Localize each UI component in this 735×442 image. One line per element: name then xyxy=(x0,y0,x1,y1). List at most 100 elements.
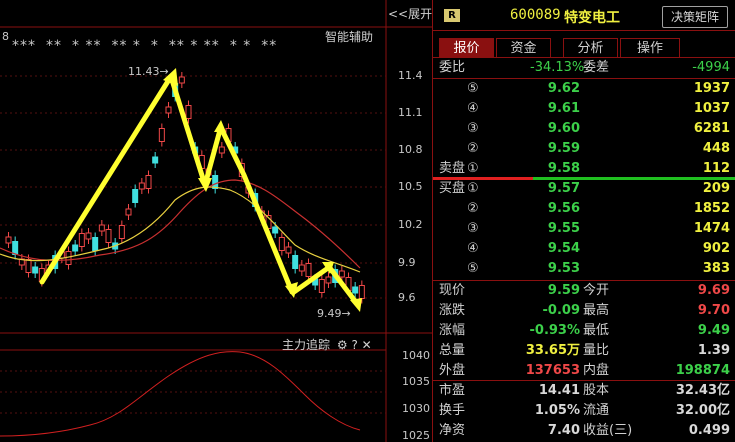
signal-star-group: *** xyxy=(12,38,36,54)
buy-level-row[interactable]: ② 9.56 1852 xyxy=(433,199,735,219)
buy-level-row[interactable]: ③ 9.55 1474 xyxy=(433,219,735,239)
quote-value-right: 9.69 xyxy=(697,283,730,298)
price-tick-label: 10.2 xyxy=(398,218,423,231)
sell-level-row[interactable]: ⑤ 9.62 1937 xyxy=(433,79,735,99)
quote-value-left: 14.41 xyxy=(538,383,580,398)
order-price: 9.58 xyxy=(547,161,580,176)
smart-assist-label[interactable]: 智能辅助 xyxy=(325,28,373,45)
gear-icon[interactable]: ⚙ xyxy=(337,338,348,352)
candle xyxy=(185,105,192,119)
signal-stars: *** ** * ** ** * * ** * ** * * ** xyxy=(12,38,287,54)
quote-value-left: 33.65万 xyxy=(525,343,580,358)
candle xyxy=(292,255,299,269)
candle xyxy=(125,208,132,216)
quote-label-right: 收益(三) xyxy=(583,423,633,438)
quote-row[interactable]: 总量 33.65万 量比 1.39 xyxy=(433,341,735,361)
price-tick-label: 9.6 xyxy=(398,291,416,304)
candle xyxy=(285,246,292,254)
order-level-index: ① xyxy=(467,181,479,196)
order-level-index: ② xyxy=(467,201,479,216)
signal-star-group: ** xyxy=(46,38,62,54)
sell-level-row[interactable]: ③ 9.60 6281 xyxy=(433,119,735,139)
candle xyxy=(72,244,79,252)
kline-chart[interactable] xyxy=(0,0,432,442)
sell-level-row[interactable]: ④ 9.61 1037 xyxy=(433,99,735,119)
tab-analysis[interactable]: 分析 xyxy=(563,38,618,57)
candle xyxy=(12,241,19,255)
quote-value-right: 9.70 xyxy=(697,303,730,318)
quote-label-left: 市盈 xyxy=(439,383,466,398)
quote-row[interactable]: 外盘 137653 内盘 198874 xyxy=(433,361,735,381)
r-badge: R xyxy=(444,9,460,22)
quote-row[interactable]: 涨幅 -0.93% 最低 9.49 xyxy=(433,321,735,341)
tab-quote[interactable]: 报价 xyxy=(439,38,494,57)
decision-matrix-button[interactable]: 决策矩阵 xyxy=(662,6,728,28)
tab-operate[interactable]: 操作 xyxy=(620,38,680,57)
candle xyxy=(305,263,312,277)
order-volume: 1474 xyxy=(693,221,730,236)
buy-level-row[interactable]: 买盘 ① 9.57 209 xyxy=(433,179,735,199)
quote-value-left: 137653 xyxy=(525,363,580,378)
quote-label-right: 内盘 xyxy=(583,363,610,378)
candle xyxy=(105,229,112,243)
order-volume: 6281 xyxy=(693,121,730,136)
buy-level-row[interactable]: ⑤ 9.53 383 xyxy=(433,259,735,279)
quote-row[interactable]: 市盈 14.41 股本 32.43亿 xyxy=(433,381,735,401)
order-level-index: ① xyxy=(467,161,479,176)
help-icon[interactable]: ? xyxy=(351,338,357,352)
quote-value-left: 7.40 xyxy=(547,423,580,438)
quote-value-left: -0.09 xyxy=(542,303,580,318)
order-side-label: 买盘 xyxy=(439,181,466,196)
sell-level-row[interactable]: ② 9.59 448 xyxy=(433,139,735,159)
candle xyxy=(78,233,85,247)
candle xyxy=(325,276,332,284)
quote-panel: R 600089 特变电工 决策矩阵 报价 资金 分析 操作 委比 -34.13… xyxy=(432,0,735,442)
kline-chart-area[interactable]: 8 *** ** * ** ** * * ** * ** * * ** 智能辅助 11.43→… xyxy=(0,0,432,442)
quote-row[interactable]: 涨跌 -0.09 最高 9.70 xyxy=(433,301,735,321)
candle xyxy=(118,225,125,239)
order-volume: 902 xyxy=(702,241,730,256)
candle xyxy=(152,156,159,164)
high-price-marker: 11.43→ xyxy=(128,65,169,78)
order-level-index: ④ xyxy=(467,101,479,116)
low-price-marker: 9.49→ xyxy=(317,307,351,320)
order-price: 9.53 xyxy=(547,261,580,276)
quote-row[interactable]: 现价 9.59 今开 9.69 xyxy=(433,281,735,301)
signal-star-group: * ** xyxy=(72,38,102,54)
order-price: 9.59 xyxy=(547,141,580,156)
candle xyxy=(278,237,285,251)
quote-label-right: 最高 xyxy=(583,303,610,318)
quote-value-right: 0.499 xyxy=(688,423,730,438)
order-price: 9.57 xyxy=(547,181,580,196)
expand-button[interactable]: <<展开 xyxy=(388,5,432,22)
order-volume: 1852 xyxy=(693,201,730,216)
order-price: 9.60 xyxy=(547,121,580,136)
price-tick-label: 9.9 xyxy=(398,256,416,269)
tab-funds[interactable]: 资金 xyxy=(496,38,551,57)
candle xyxy=(92,237,99,251)
candle xyxy=(85,232,92,240)
signal-star-group: ** * ** xyxy=(168,38,220,54)
stock-code: 600089 xyxy=(510,7,561,23)
quote-value-left: 1.05% xyxy=(534,403,580,418)
sell-level-row[interactable]: 卖盘 ① 9.58 112 xyxy=(433,159,735,179)
quote-row[interactable]: 换手 1.05% 流通 32.00亿 xyxy=(433,401,735,421)
sub-tick-label: 1025 xyxy=(402,429,430,442)
candle xyxy=(218,146,225,154)
candle xyxy=(178,76,185,84)
candle xyxy=(5,236,12,244)
order-price: 9.56 xyxy=(547,201,580,216)
price-tick-label: 11.4 xyxy=(398,69,423,82)
close-icon[interactable]: ✕ xyxy=(362,338,372,352)
quote-value-right: 32.43亿 xyxy=(675,383,730,398)
candle xyxy=(138,182,145,190)
quote-row[interactable]: 净资 7.40 收益(三) 0.499 xyxy=(433,421,735,441)
order-price: 9.55 xyxy=(547,221,580,236)
buy-level-row[interactable]: ④ 9.54 902 xyxy=(433,239,735,259)
candle xyxy=(358,285,365,299)
signal-star-group: * xyxy=(150,38,159,54)
quote-label-left: 现价 xyxy=(439,283,466,298)
candle xyxy=(32,266,39,274)
quote-value-left: -0.93% xyxy=(529,323,581,338)
order-level-index: ⑤ xyxy=(467,81,479,96)
